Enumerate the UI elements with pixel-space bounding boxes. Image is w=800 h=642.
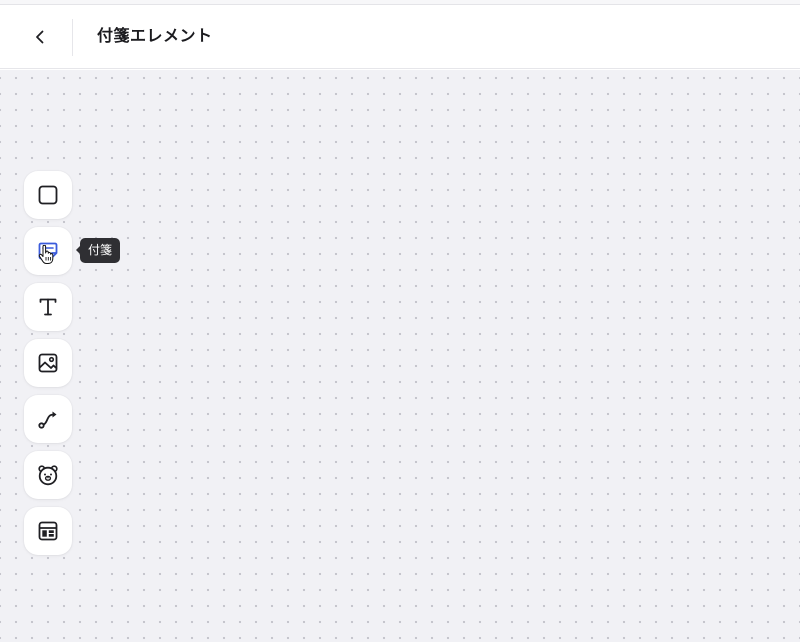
image-tool-button[interactable] <box>24 339 72 387</box>
bear-icon <box>38 465 58 486</box>
header: 付箋エレメント <box>0 5 800 69</box>
square-tool-button[interactable] <box>24 171 72 219</box>
chevron-left-icon <box>36 30 44 44</box>
sticky-note-tool-button[interactable] <box>24 227 72 275</box>
template-icon <box>38 521 58 541</box>
header-divider <box>72 19 73 56</box>
text-tool-button[interactable] <box>24 283 72 331</box>
stamp-tool-button[interactable] <box>24 451 72 499</box>
board-canvas[interactable] <box>0 70 800 642</box>
template-tool-button[interactable] <box>24 507 72 555</box>
sticky-note-icon <box>38 242 58 260</box>
image-icon <box>38 353 58 373</box>
page-title: 付箋エレメント <box>97 26 213 45</box>
square-icon <box>38 185 58 205</box>
back-button[interactable] <box>22 19 58 55</box>
sticky-note-tooltip: 付箋 <box>75 238 121 263</box>
text-icon <box>39 298 57 316</box>
connector-icon <box>38 411 57 429</box>
connector-tool-button[interactable] <box>24 395 72 443</box>
